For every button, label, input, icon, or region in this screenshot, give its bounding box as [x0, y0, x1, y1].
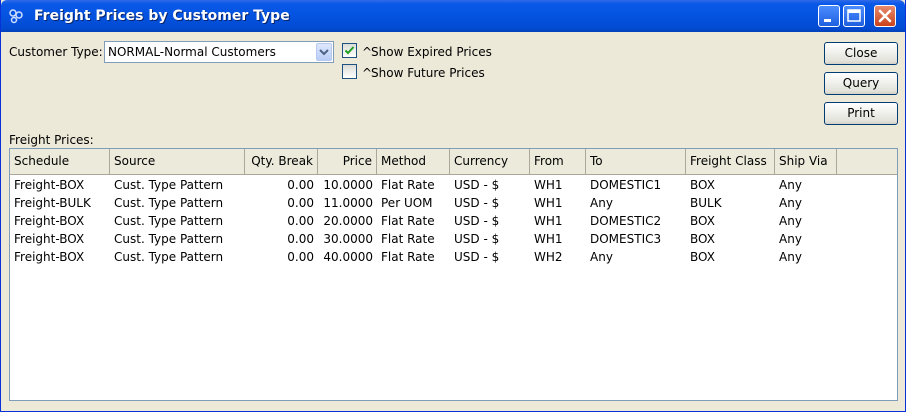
- cell-method: Flat Rate: [381, 214, 435, 228]
- app-icon: [9, 9, 23, 24]
- column-header-qty-break[interactable]: Qty. Break: [245, 149, 318, 174]
- show-expired-checkbox[interactable]: [342, 43, 357, 58]
- cell-freight-class: BOX: [690, 178, 715, 192]
- column-header-schedule[interactable]: Schedule: [10, 149, 110, 174]
- cell-schedule: Freight-BULK: [14, 196, 91, 210]
- cell-to: DOMESTIC1: [590, 178, 662, 192]
- cell-currency: USD - $: [454, 178, 500, 192]
- cell-from: WH1: [534, 214, 563, 228]
- minimize-button[interactable]: [818, 5, 840, 27]
- cell-currency: USD - $: [454, 232, 500, 246]
- cell-price: 30.0000: [323, 232, 373, 246]
- cell-to: DOMESTIC3: [590, 232, 662, 246]
- cell-freight-class: BOX: [690, 250, 715, 264]
- cell-qty-break: 0.00: [287, 232, 314, 246]
- window-title: Freight Prices by Customer Type: [34, 8, 290, 24]
- column-header-source[interactable]: Source: [110, 149, 245, 174]
- cell-price: 40.0000: [323, 250, 373, 264]
- maximize-button[interactable]: [843, 5, 865, 27]
- cell-schedule: Freight-BOX: [14, 250, 85, 264]
- cell-ship-via: Any: [779, 178, 802, 192]
- cell-price: 20.0000: [323, 214, 373, 228]
- customer-type-select[interactable]: NORMAL-Normal Customers: [104, 41, 334, 63]
- cell-source: Cust. Type Pattern: [114, 214, 224, 228]
- chevron-down-icon: [319, 49, 329, 56]
- table-row[interactable]: Freight-BULK Cust. Type Pattern 0.00 11.…: [10, 194, 897, 212]
- show-expired-label[interactable]: Show Expired Prices: [371, 45, 492, 59]
- close-icon: [878, 9, 892, 23]
- cell-to: Any: [590, 250, 613, 264]
- cell-price: 10.0000: [323, 178, 373, 192]
- cell-qty-break: 0.00: [287, 196, 314, 210]
- close-button[interactable]: Close: [824, 42, 898, 65]
- cell-currency: USD - $: [454, 214, 500, 228]
- cell-source: Cust. Type Pattern: [114, 250, 224, 264]
- cell-schedule: Freight-BOX: [14, 178, 85, 192]
- cell-schedule: Freight-BOX: [14, 232, 85, 246]
- cell-qty-break: 0.00: [287, 214, 314, 228]
- cell-from: WH2: [534, 250, 563, 264]
- cell-source: Cust. Type Pattern: [114, 232, 224, 246]
- cell-ship-via: Any: [779, 196, 802, 210]
- cell-method: Flat Rate: [381, 232, 435, 246]
- cell-freight-class: BOX: [690, 232, 715, 246]
- customer-type-value: NORMAL-Normal Customers: [108, 45, 276, 59]
- cell-to: DOMESTIC2: [590, 214, 662, 228]
- column-header-price[interactable]: Price: [318, 149, 377, 174]
- column-header-method[interactable]: Method: [377, 149, 450, 174]
- cell-ship-via: Any: [779, 232, 802, 246]
- freight-prices-label: Freight Prices:: [9, 133, 94, 147]
- cell-ship-via: Any: [779, 214, 802, 228]
- cell-currency: USD - $: [454, 250, 500, 264]
- show-future-label[interactable]: Show Future Prices: [371, 66, 485, 80]
- cell-method: Flat Rate: [381, 250, 435, 264]
- cell-method: Flat Rate: [381, 178, 435, 192]
- show-future-checkbox[interactable]: [342, 64, 357, 79]
- cell-freight-class: BOX: [690, 214, 715, 228]
- cell-to: Any: [590, 196, 613, 210]
- cell-qty-break: 0.00: [287, 178, 314, 192]
- cell-currency: USD - $: [454, 196, 500, 210]
- table-row[interactable]: Freight-BOX Cust. Type Pattern 0.00 10.0…: [10, 176, 897, 194]
- freight-prices-table[interactable]: Schedule Source Qty. Break Price Method …: [9, 148, 898, 401]
- cell-qty-break: 0.00: [287, 250, 314, 264]
- dropdown-button[interactable]: [316, 43, 332, 61]
- cell-from: WH1: [534, 178, 563, 192]
- cell-from: WH1: [534, 196, 563, 210]
- query-button[interactable]: Query: [824, 72, 898, 95]
- main-window: Freight Prices by Customer Type Customer…: [0, 0, 906, 412]
- table-row[interactable]: Freight-BOX Cust. Type Pattern 0.00 20.0…: [10, 212, 897, 230]
- checkmark-icon: [344, 46, 355, 55]
- cell-price: 11.0000: [323, 196, 373, 210]
- cell-schedule: Freight-BOX: [14, 214, 85, 228]
- column-header-to[interactable]: To: [586, 149, 686, 174]
- cell-source: Cust. Type Pattern: [114, 196, 224, 210]
- column-header-ship-via[interactable]: Ship Via: [775, 149, 837, 174]
- column-header-freight-class[interactable]: Freight Class: [686, 149, 775, 174]
- cell-source: Cust. Type Pattern: [114, 178, 224, 192]
- table-header: Schedule Source Qty. Break Price Method …: [10, 149, 897, 175]
- customer-type-label: Customer Type:: [9, 45, 103, 59]
- cell-from: WH1: [534, 232, 563, 246]
- cell-method: Per UOM: [381, 196, 433, 210]
- print-button[interactable]: Print: [824, 102, 898, 125]
- cell-ship-via: Any: [779, 250, 802, 264]
- column-header-currency[interactable]: Currency: [450, 149, 530, 174]
- cell-freight-class: BULK: [690, 196, 722, 210]
- maximize-icon: [847, 9, 861, 22]
- minimize-icon: [824, 19, 831, 22]
- title-bar[interactable]: Freight Prices by Customer Type: [1, 0, 905, 32]
- table-row[interactable]: Freight-BOX Cust. Type Pattern 0.00 30.0…: [10, 230, 897, 248]
- close-window-button[interactable]: [874, 5, 896, 27]
- table-row[interactable]: Freight-BOX Cust. Type Pattern 0.00 40.0…: [10, 248, 897, 266]
- column-header-from[interactable]: From: [530, 149, 586, 174]
